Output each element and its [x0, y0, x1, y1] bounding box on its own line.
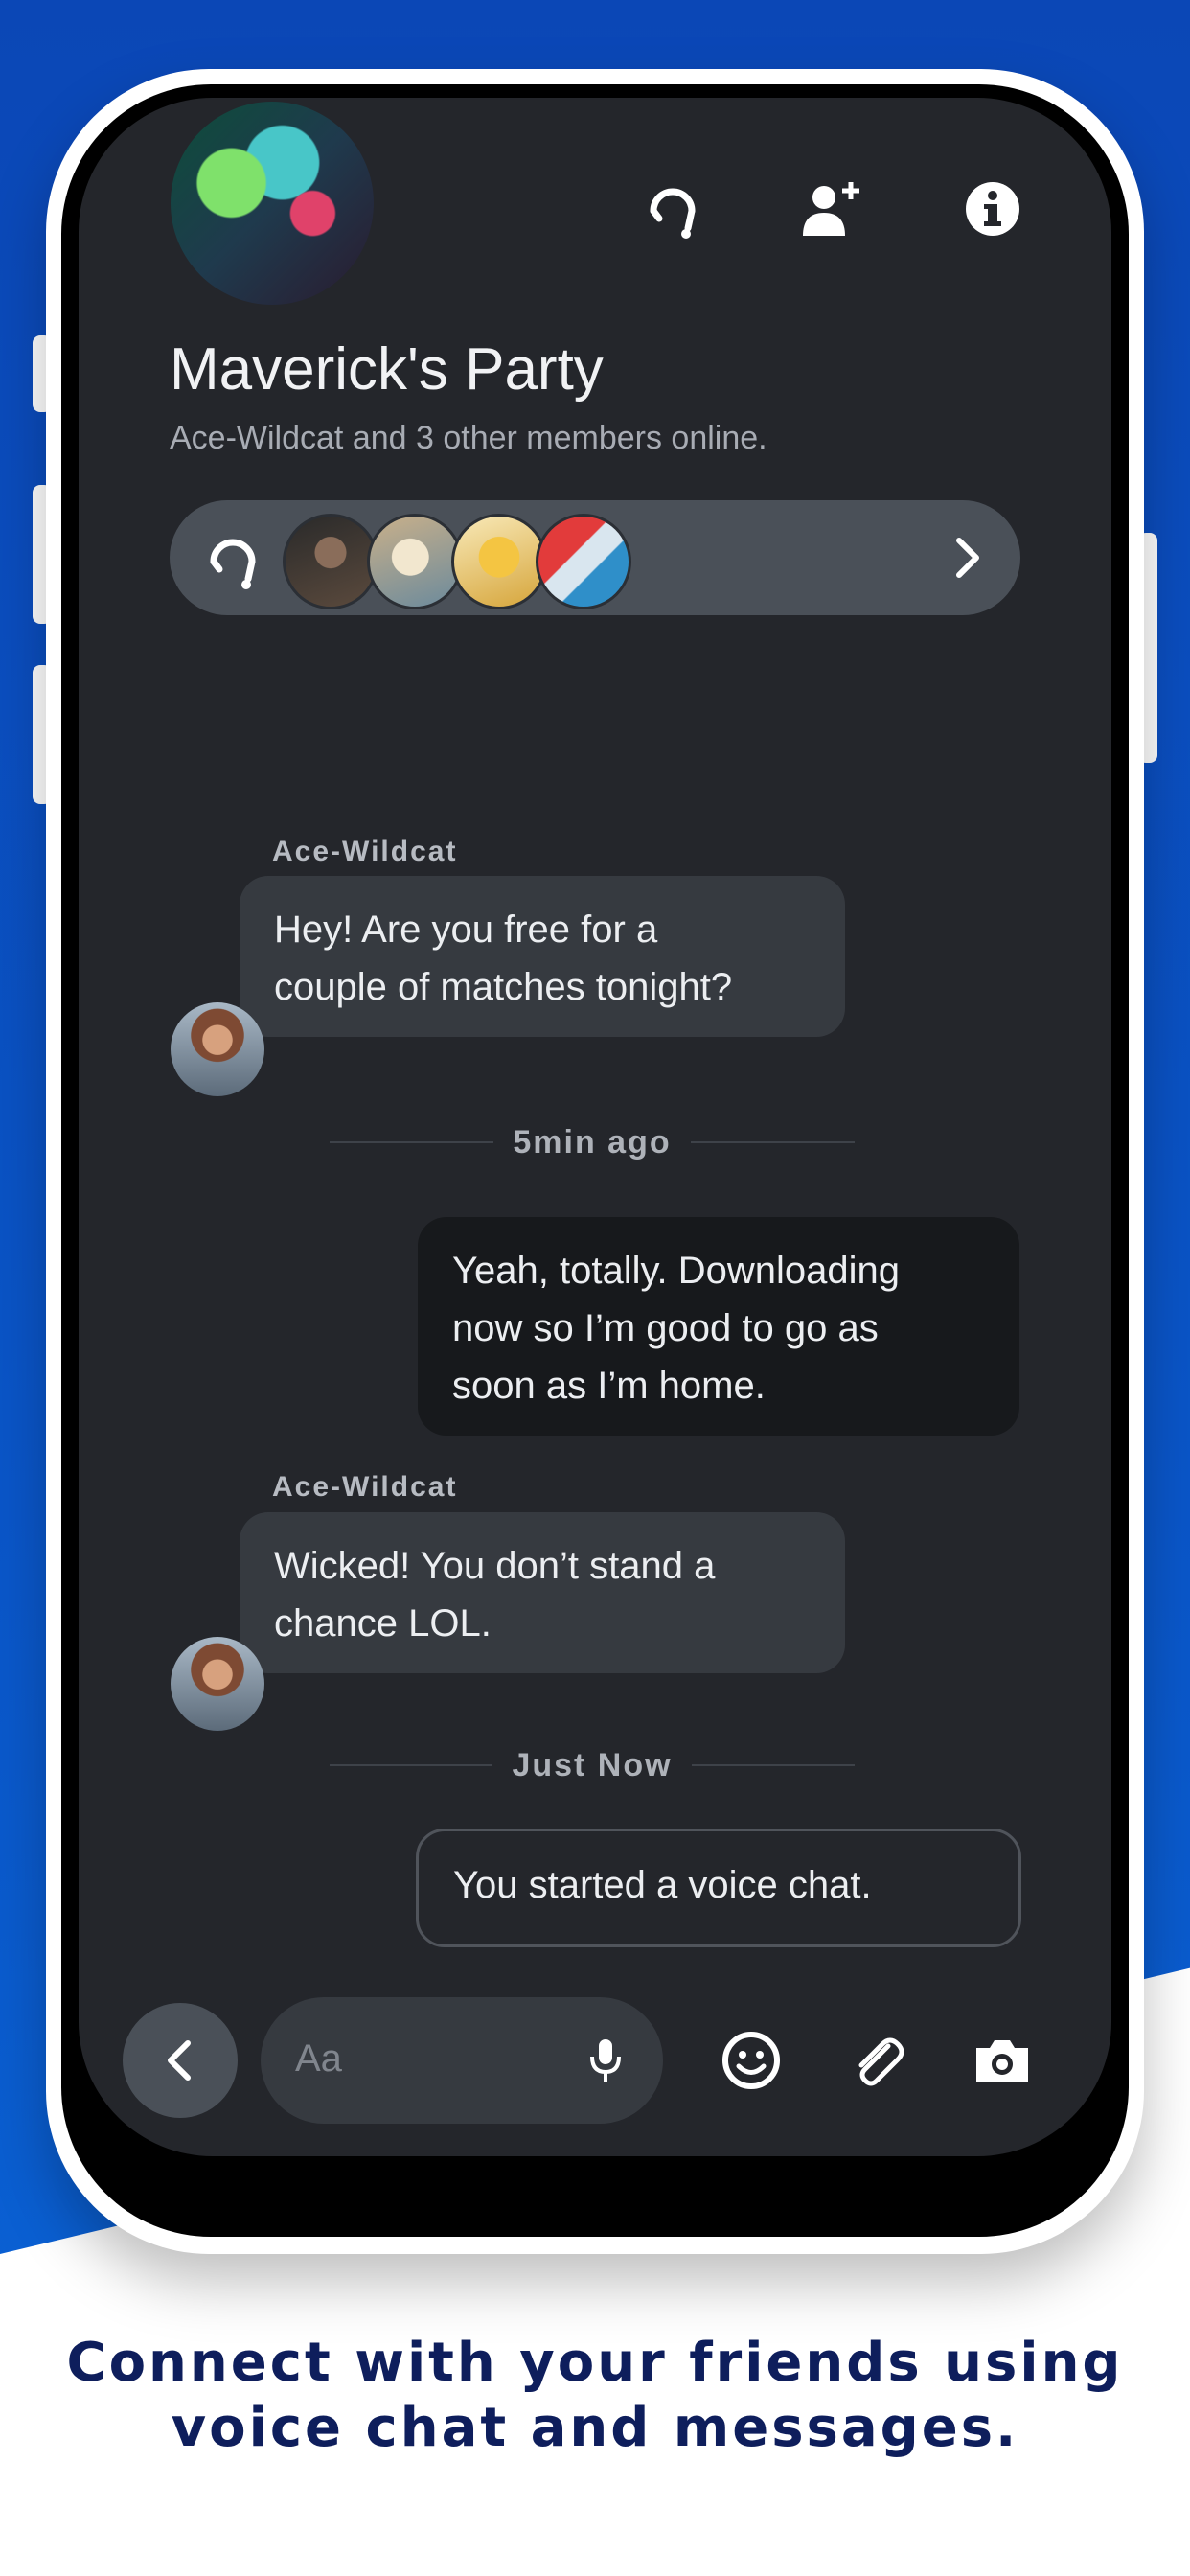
message-line: soon as I’m home. — [452, 1365, 766, 1407]
message-input-placeholder: Aa — [295, 2037, 342, 2080]
time-divider: Just Now — [330, 1746, 855, 1784]
party-game-avatar — [171, 102, 374, 305]
caption-line: voice chat and messages. — [171, 2397, 1019, 2459]
add-friend-icon[interactable] — [799, 176, 864, 242]
voice-chat-notice: You started a voice chat. — [416, 1828, 1021, 1947]
party-title: Maverick's Party — [170, 336, 604, 402]
message-line: couple of matches tonight? — [274, 966, 733, 1008]
back-button[interactable] — [123, 2003, 238, 2118]
message-input[interactable]: Aa — [261, 1997, 663, 2124]
member-avatar — [367, 514, 463, 610]
caption-line: Connect with your friends using — [66, 2332, 1124, 2394]
sender-avatar[interactable] — [171, 1637, 264, 1731]
message-bubble-outgoing: Yeah, totally. Downloading now so I’m go… — [418, 1217, 1019, 1436]
message-line: Wicked! You don’t stand a — [274, 1545, 716, 1587]
message-bubble-incoming: Hey! Are you free for a couple of matche… — [240, 876, 845, 1037]
message-bubble-incoming: Wicked! You don’t stand a chance LOL. — [240, 1512, 845, 1673]
time-label: 5min ago — [513, 1123, 672, 1161]
chevron-left-icon — [168, 2040, 191, 2081]
member-avatar — [536, 514, 631, 610]
microphone-icon[interactable] — [586, 2037, 625, 2083]
message-sender: Ace-Wildcat — [272, 836, 458, 867]
headset-icon[interactable] — [640, 176, 705, 242]
message-sender: Ace-Wildcat — [272, 1471, 458, 1503]
member-avatar — [283, 514, 378, 610]
time-divider: 5min ago — [330, 1123, 855, 1162]
message-line: now so I’m good to go as — [452, 1307, 879, 1349]
message-line: Yeah, totally. Downloading — [452, 1250, 900, 1292]
headset-icon — [204, 529, 262, 590]
camera-icon[interactable] — [970, 2028, 1035, 2093]
member-avatar — [451, 514, 547, 610]
message-line: chance LOL. — [274, 1602, 492, 1644]
info-icon[interactable] — [960, 176, 1025, 242]
message-line: Hey! Are you free for a — [274, 908, 658, 951]
voice-chat-bar[interactable] — [170, 500, 1020, 615]
time-label: Just Now — [512, 1746, 673, 1783]
emoji-icon[interactable] — [719, 2028, 784, 2093]
party-subtitle: Ace-Wildcat and 3 other members online. — [170, 420, 767, 456]
message-line: You started a voice chat. — [453, 1864, 872, 1906]
paperclip-icon[interactable] — [845, 2028, 910, 2093]
sender-avatar[interactable] — [171, 1002, 264, 1096]
party-chat-screen: Maverick's Party Ace-Wildcat and 3 other… — [79, 98, 1111, 2156]
chevron-right-icon — [948, 537, 986, 579]
